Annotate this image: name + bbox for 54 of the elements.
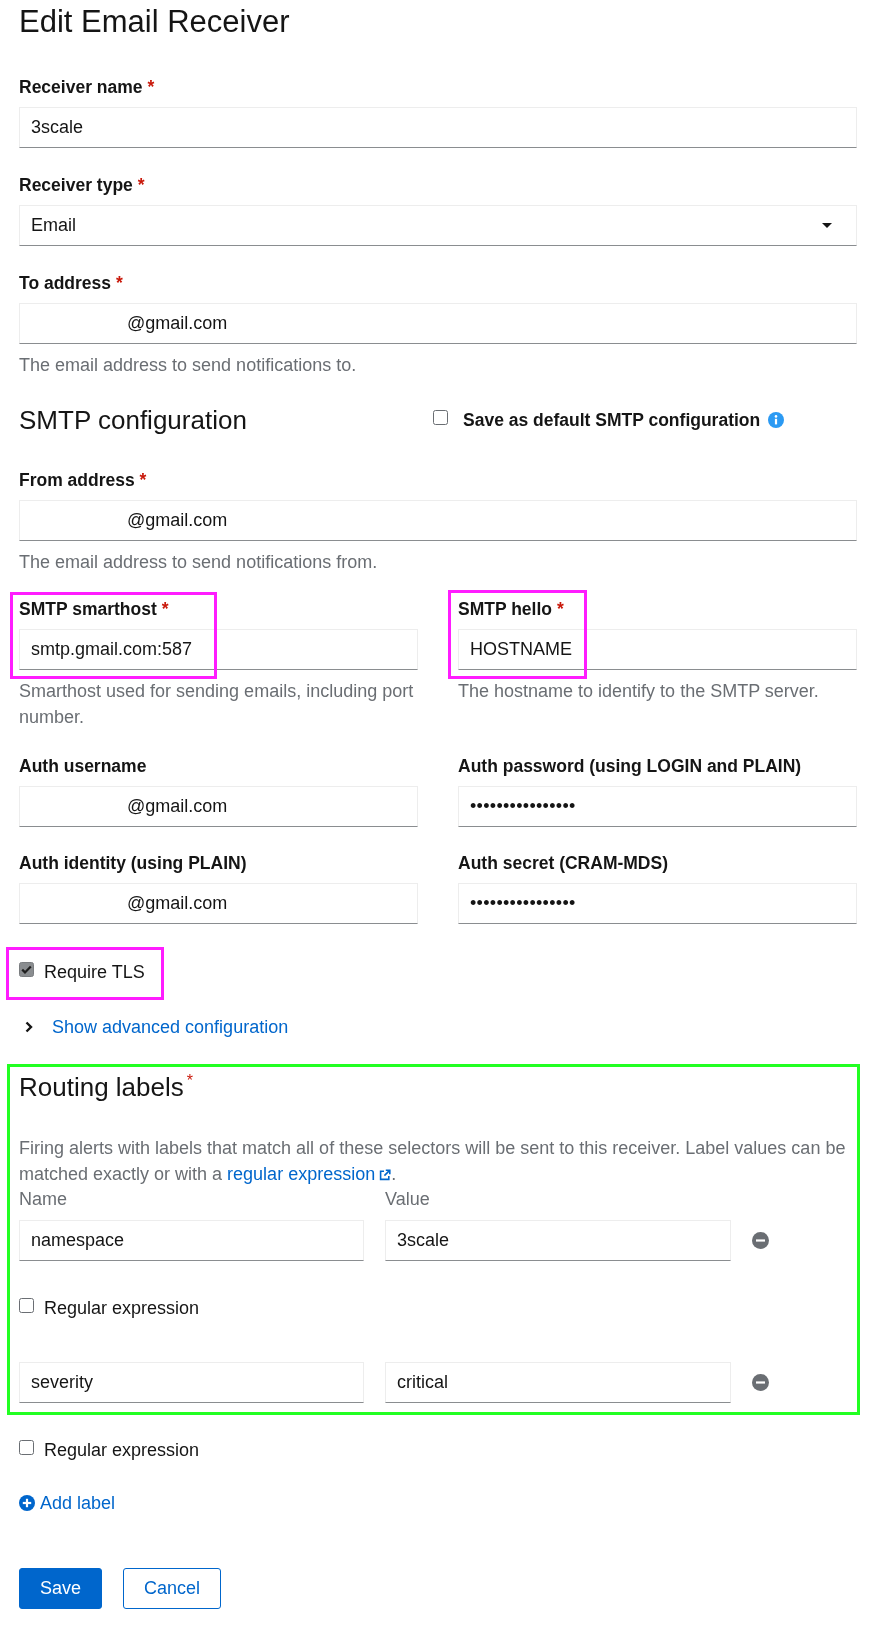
page-title: Edit Email Receiver [19, 3, 291, 41]
inline-link[interactable]: regular expression [227, 1164, 392, 1184]
text-input[interactable]: 3scale [19, 107, 857, 148]
caret-icon [822, 223, 832, 228]
info-icon[interactable] [768, 412, 785, 428]
text-input[interactable]: 3scale [385, 1220, 731, 1261]
show-advanced-link[interactable]: Show advanced configuration [52, 1015, 289, 1039]
column-header: Value [385, 1188, 431, 1211]
checkbox[interactable] [19, 1440, 34, 1455]
remove-icon[interactable] [752, 1232, 769, 1249]
checkbox[interactable] [433, 410, 448, 425]
checkbox-label: Regular expression [44, 1297, 200, 1320]
field-label: To address * [19, 272, 124, 295]
helper-text: The email address to send notifications to. [19, 354, 358, 377]
column-header: Name [19, 1188, 68, 1211]
section-heading: SMTP configuration [19, 404, 248, 437]
field-label: Auth password (using LOGIN and PLAIN) [458, 755, 803, 778]
password-input[interactable]: •••••••••••••••• [458, 786, 857, 827]
cancel-button[interactable]: Cancel [123, 1568, 222, 1609]
text-input[interactable]: @gmail.com [19, 883, 418, 924]
checkbox[interactable] [19, 1298, 34, 1313]
field-label: Receiver type * [19, 174, 146, 197]
field-label: Auth secret (CRAM-MDS) [458, 852, 669, 875]
field-label: SMTP hello * [458, 598, 565, 621]
text-input[interactable]: @gmail.com [19, 786, 418, 827]
external-link-icon [379, 1169, 392, 1181]
save-button[interactable]: Save [19, 1568, 103, 1609]
remove-icon[interactable] [752, 1374, 769, 1391]
text-input[interactable]: @gmail.com [19, 303, 857, 344]
text-input[interactable]: severity [19, 1362, 364, 1403]
field-label: Auth identity (using PLAIN) [19, 852, 248, 875]
helper-text: The hostname to identify to the SMTP server. [458, 680, 820, 703]
text-input[interactable]: @gmail.com [19, 500, 857, 541]
section-heading: Routing labels$^{*}$ [19, 1071, 194, 1104]
field-label: Auth username [19, 755, 148, 778]
plus-circle-icon [19, 1495, 35, 1511]
checkbox-label: Save as default SMTP configuration [463, 409, 761, 432]
field-label: Receiver name * [19, 76, 156, 99]
field-label: From address * [19, 469, 148, 492]
text-input[interactable]: smtp.gmail.com:587 [19, 629, 418, 670]
field-label: SMTP smarthost * [19, 598, 170, 621]
helper-text: Smarthost used for sending emails, including port number. [19, 680, 415, 729]
checkbox-label: Require TLS [44, 961, 145, 984]
chevron-icon[interactable] [25, 1021, 33, 1033]
dropdown-select[interactable]: Email [19, 205, 857, 246]
checkbox-label: Regular expression [44, 1439, 200, 1462]
password-input[interactable]: •••••••••••••••• [458, 883, 857, 924]
checkbox[interactable] [19, 962, 34, 977]
text-input[interactable]: critical [385, 1362, 731, 1403]
description-text: Firing alerts with labels that match all of these selectors will be sent to this receiver. Label values can be matched exactly or with a regular expression . [19, 1137, 847, 1186]
text-input[interactable]: namespace [19, 1220, 364, 1261]
text-input[interactable]: HOSTNAME [458, 629, 857, 670]
helper-text: The email address to send notifications from. [19, 551, 379, 574]
add-label-button[interactable]: Add label [19, 1491, 116, 1515]
